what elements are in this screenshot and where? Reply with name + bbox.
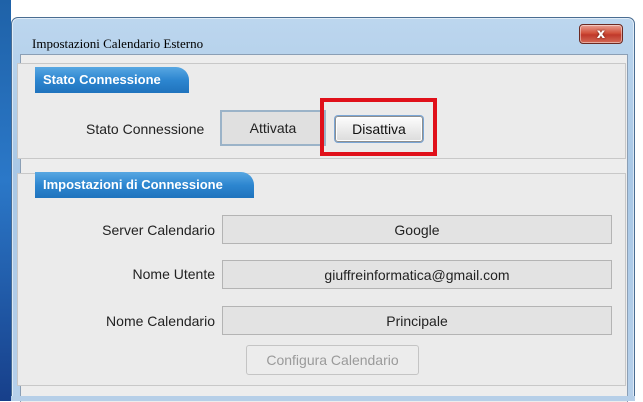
server-calendar-field[interactable]: Google (222, 215, 612, 244)
calendar-name-label: Nome Calendario (106, 313, 215, 329)
close-button[interactable]: x (579, 24, 623, 44)
connection-status-label: Stato Connessione (86, 121, 205, 137)
title-bar[interactable]: Impostazioni Calendario Esterno x (12, 18, 634, 54)
connection-status-tab: Stato Connessione (35, 67, 189, 93)
configure-calendar-button[interactable]: Configura Calendario (246, 345, 419, 375)
server-calendar-label: Server Calendario (102, 222, 215, 238)
username-label: Nome Utente (132, 266, 215, 282)
username-field[interactable]: giuffreinformatica@gmail.com (222, 260, 612, 289)
highlight-box (320, 98, 437, 156)
window-bottom-frame (11, 396, 635, 401)
desktop-background (0, 0, 11, 401)
connection-status-value: Attivata (220, 110, 326, 146)
close-icon: x (596, 26, 606, 42)
window-title: Impostazioni Calendario Esterno (32, 36, 204, 51)
connection-settings-tab: Impostazioni di Connessione (35, 172, 254, 198)
calendar-name-field[interactable]: Principale (222, 306, 612, 335)
